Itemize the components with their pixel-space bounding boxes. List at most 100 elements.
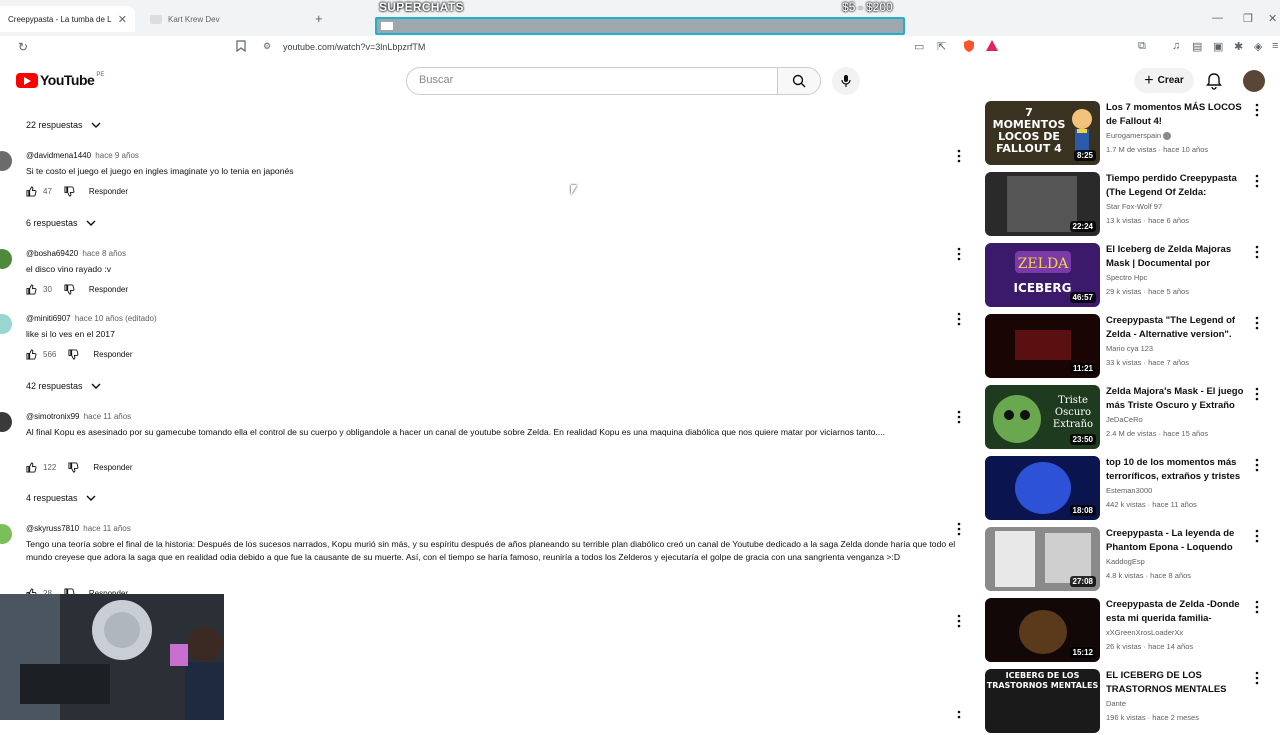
comment-time[interactable]: hace 11 años — [83, 524, 130, 533]
like-icon[interactable] — [26, 186, 37, 197]
vpn-icon[interactable]: ◈ — [1254, 40, 1262, 53]
comment-author[interactable]: @bosha69420 — [26, 249, 78, 258]
more-options-icon[interactable] — [955, 710, 963, 724]
notifications-bell-icon[interactable] — [1205, 72, 1223, 90]
recommended-video[interactable]: 18:08 top 10 de los momentos más terrorí… — [985, 456, 1275, 522]
share-icon[interactable]: ⇱ — [937, 40, 946, 53]
more-options-icon[interactable] — [1253, 103, 1261, 117]
more-options-icon[interactable] — [955, 522, 963, 536]
video-title[interactable]: top 10 de los momentos más terroríficos,… — [1106, 456, 1246, 484]
channel-name[interactable]: xXGreenXrosLoaderXx — [1106, 628, 1183, 637]
more-options-icon[interactable] — [1253, 458, 1261, 472]
dislike-icon[interactable] — [68, 349, 79, 360]
url-field[interactable]: youtube.com/watch?v=3lnLbpzrfTM — [283, 42, 425, 52]
video-title[interactable]: Tiempo perdido Creepypasta (The Legend O… — [1106, 172, 1246, 200]
comment-time[interactable]: hace 8 años — [82, 249, 126, 258]
replies-toggle[interactable]: 6 respuestas — [26, 218, 96, 228]
comment-author[interactable]: @miniti6907 — [26, 314, 71, 323]
tab-inactive[interactable]: Kart Krew Dev — [142, 6, 302, 32]
account-avatar[interactable] — [1243, 70, 1265, 92]
reload-icon[interactable]: ↻ — [18, 40, 28, 54]
reply-button[interactable]: Responder — [89, 187, 128, 196]
reply-button[interactable]: Responder — [93, 463, 132, 472]
more-options-icon[interactable] — [955, 312, 963, 326]
recommended-video[interactable]: 7 MOMENTOS LOCOS DE FALLOUT 4 8:25 Los 7… — [985, 101, 1275, 167]
comment-author[interactable]: @skyruss7810 — [26, 524, 79, 533]
more-options-icon[interactable] — [1253, 174, 1261, 188]
channel-name[interactable]: KaddogEsp — [1106, 557, 1145, 566]
search-input[interactable]: Buscar — [406, 67, 778, 95]
channel-name[interactable]: Dante — [1106, 699, 1126, 708]
channel-name[interactable]: JeDaCeRo — [1106, 415, 1143, 424]
channel-name[interactable]: Mario cya 123 — [1106, 344, 1153, 353]
music-icon[interactable]: ♫ — [1172, 40, 1180, 52]
comment-author[interactable]: @davidmena1440 — [26, 151, 91, 160]
replies-toggle[interactable]: 4 respuestas — [26, 493, 96, 503]
dislike-icon[interactable] — [68, 462, 79, 473]
tab-active[interactable]: Creepypasta - La tumba de L ✕ — [0, 6, 135, 32]
video-title[interactable]: Creepypasta de Zelda -Donde esta mi quer… — [1106, 598, 1246, 626]
more-options-icon[interactable] — [1253, 671, 1261, 685]
replies-toggle[interactable]: 22 respuestas — [26, 120, 101, 130]
reply-button[interactable]: Responder — [93, 350, 132, 359]
replies-toggle[interactable]: 42 respuestas — [26, 381, 101, 391]
comment-time[interactable]: hace 9 años — [95, 151, 139, 160]
video-thumbnail[interactable]: Triste Oscuro Extraño 23:50 — [985, 385, 1100, 449]
cast-icon[interactable]: ▭ — [914, 40, 924, 53]
video-title[interactable]: Los 7 momentos MÁS LOCOS de Fallout 4! — [1106, 101, 1246, 129]
more-options-icon[interactable] — [1253, 529, 1261, 543]
recommended-video[interactable]: 22:24 Tiempo perdido Creepypasta (The Le… — [985, 172, 1275, 238]
more-options-icon[interactable] — [1253, 245, 1261, 259]
video-thumbnail[interactable]: ZELDA ICEBERG 46:57 — [985, 243, 1100, 307]
recommended-video[interactable]: Triste Oscuro Extraño 23:50 Zelda Majora… — [985, 385, 1275, 451]
channel-name[interactable]: Esteman3000 — [1106, 486, 1152, 495]
video-thumbnail[interactable]: ICEBERG DE LOS TRASTORNOS MENTALES — [985, 669, 1100, 733]
recommended-video[interactable]: ICEBERG DE LOS TRASTORNOS MENTALES EL IC… — [985, 669, 1275, 735]
extension-icon[interactable]: ⧉ — [1138, 40, 1146, 53]
channel-name[interactable]: Spectro Hpc — [1106, 273, 1147, 282]
comment-avatar[interactable] — [0, 524, 12, 544]
more-options-icon[interactable] — [955, 149, 963, 163]
video-thumbnail[interactable]: 11:21 — [985, 314, 1100, 378]
bookmark-icon[interactable] — [236, 40, 246, 55]
reply-button[interactable]: Responder — [89, 285, 128, 294]
like-icon[interactable] — [26, 462, 37, 473]
puzzle-icon[interactable]: ✱ — [1234, 40, 1243, 53]
voice-search-button[interactable] — [832, 67, 860, 95]
wallet-icon[interactable]: ▣ — [1213, 40, 1223, 53]
more-options-icon[interactable] — [1253, 316, 1261, 330]
more-options-icon[interactable] — [955, 247, 963, 261]
brave-rewards-icon[interactable] — [985, 39, 999, 56]
comment-avatar[interactable] — [0, 249, 12, 269]
recommended-video[interactable]: 15:12 Creepypasta de Zelda -Donde esta m… — [985, 598, 1275, 664]
recommended-video[interactable]: 27:08 Creepypasta - La leyenda de Phanto… — [985, 527, 1275, 593]
close-tab-icon[interactable]: ✕ — [118, 13, 127, 26]
comment-author[interactable]: @simotronix99 — [26, 412, 79, 421]
maximize-icon[interactable]: ❐ — [1243, 12, 1253, 25]
video-title[interactable]: El Iceberg de Zelda Majoras Mask | Docum… — [1106, 243, 1246, 271]
more-options-icon[interactable] — [1253, 600, 1261, 614]
dislike-icon[interactable] — [64, 284, 75, 295]
channel-name[interactable]: Eurogamerspain — [1106, 131, 1172, 141]
video-thumbnail[interactable]: 7 MOMENTOS LOCOS DE FALLOUT 4 8:25 — [985, 101, 1100, 165]
comment-time[interactable]: hace 10 años (editado) — [75, 314, 157, 323]
video-title[interactable]: Zelda Majora's Mask - El juego más Trist… — [1106, 385, 1246, 413]
search-button[interactable] — [777, 67, 821, 95]
new-tab-icon[interactable]: + — [315, 11, 323, 26]
youtube-logo[interactable]: YouTube PE — [16, 72, 104, 88]
video-thumbnail[interactable]: 27:08 — [985, 527, 1100, 591]
comment-avatar[interactable] — [0, 412, 12, 432]
recommended-video[interactable]: 11:21 Creepypasta "The Legend of Zelda -… — [985, 314, 1275, 380]
comment-avatar[interactable] — [0, 151, 12, 171]
recommended-video[interactable]: ZELDA ICEBERG 46:57 El Iceberg de Zelda … — [985, 243, 1275, 309]
site-info-icon[interactable]: ⚙ — [263, 41, 271, 52]
more-options-icon[interactable] — [955, 410, 963, 424]
menu-icon[interactable]: ≡ — [1272, 40, 1278, 52]
video-title[interactable]: EL ICEBERG DE LOS TRASTORNOS MENTALES — [1106, 669, 1246, 697]
video-thumbnail[interactable]: 18:08 — [985, 456, 1100, 520]
video-title[interactable]: Creepypasta "The Legend of Zelda - Alter… — [1106, 314, 1246, 342]
comment-avatar[interactable] — [0, 314, 12, 334]
like-icon[interactable] — [26, 349, 37, 360]
minimize-icon[interactable]: — — [1212, 12, 1223, 24]
close-window-icon[interactable]: ✕ — [1268, 12, 1277, 25]
